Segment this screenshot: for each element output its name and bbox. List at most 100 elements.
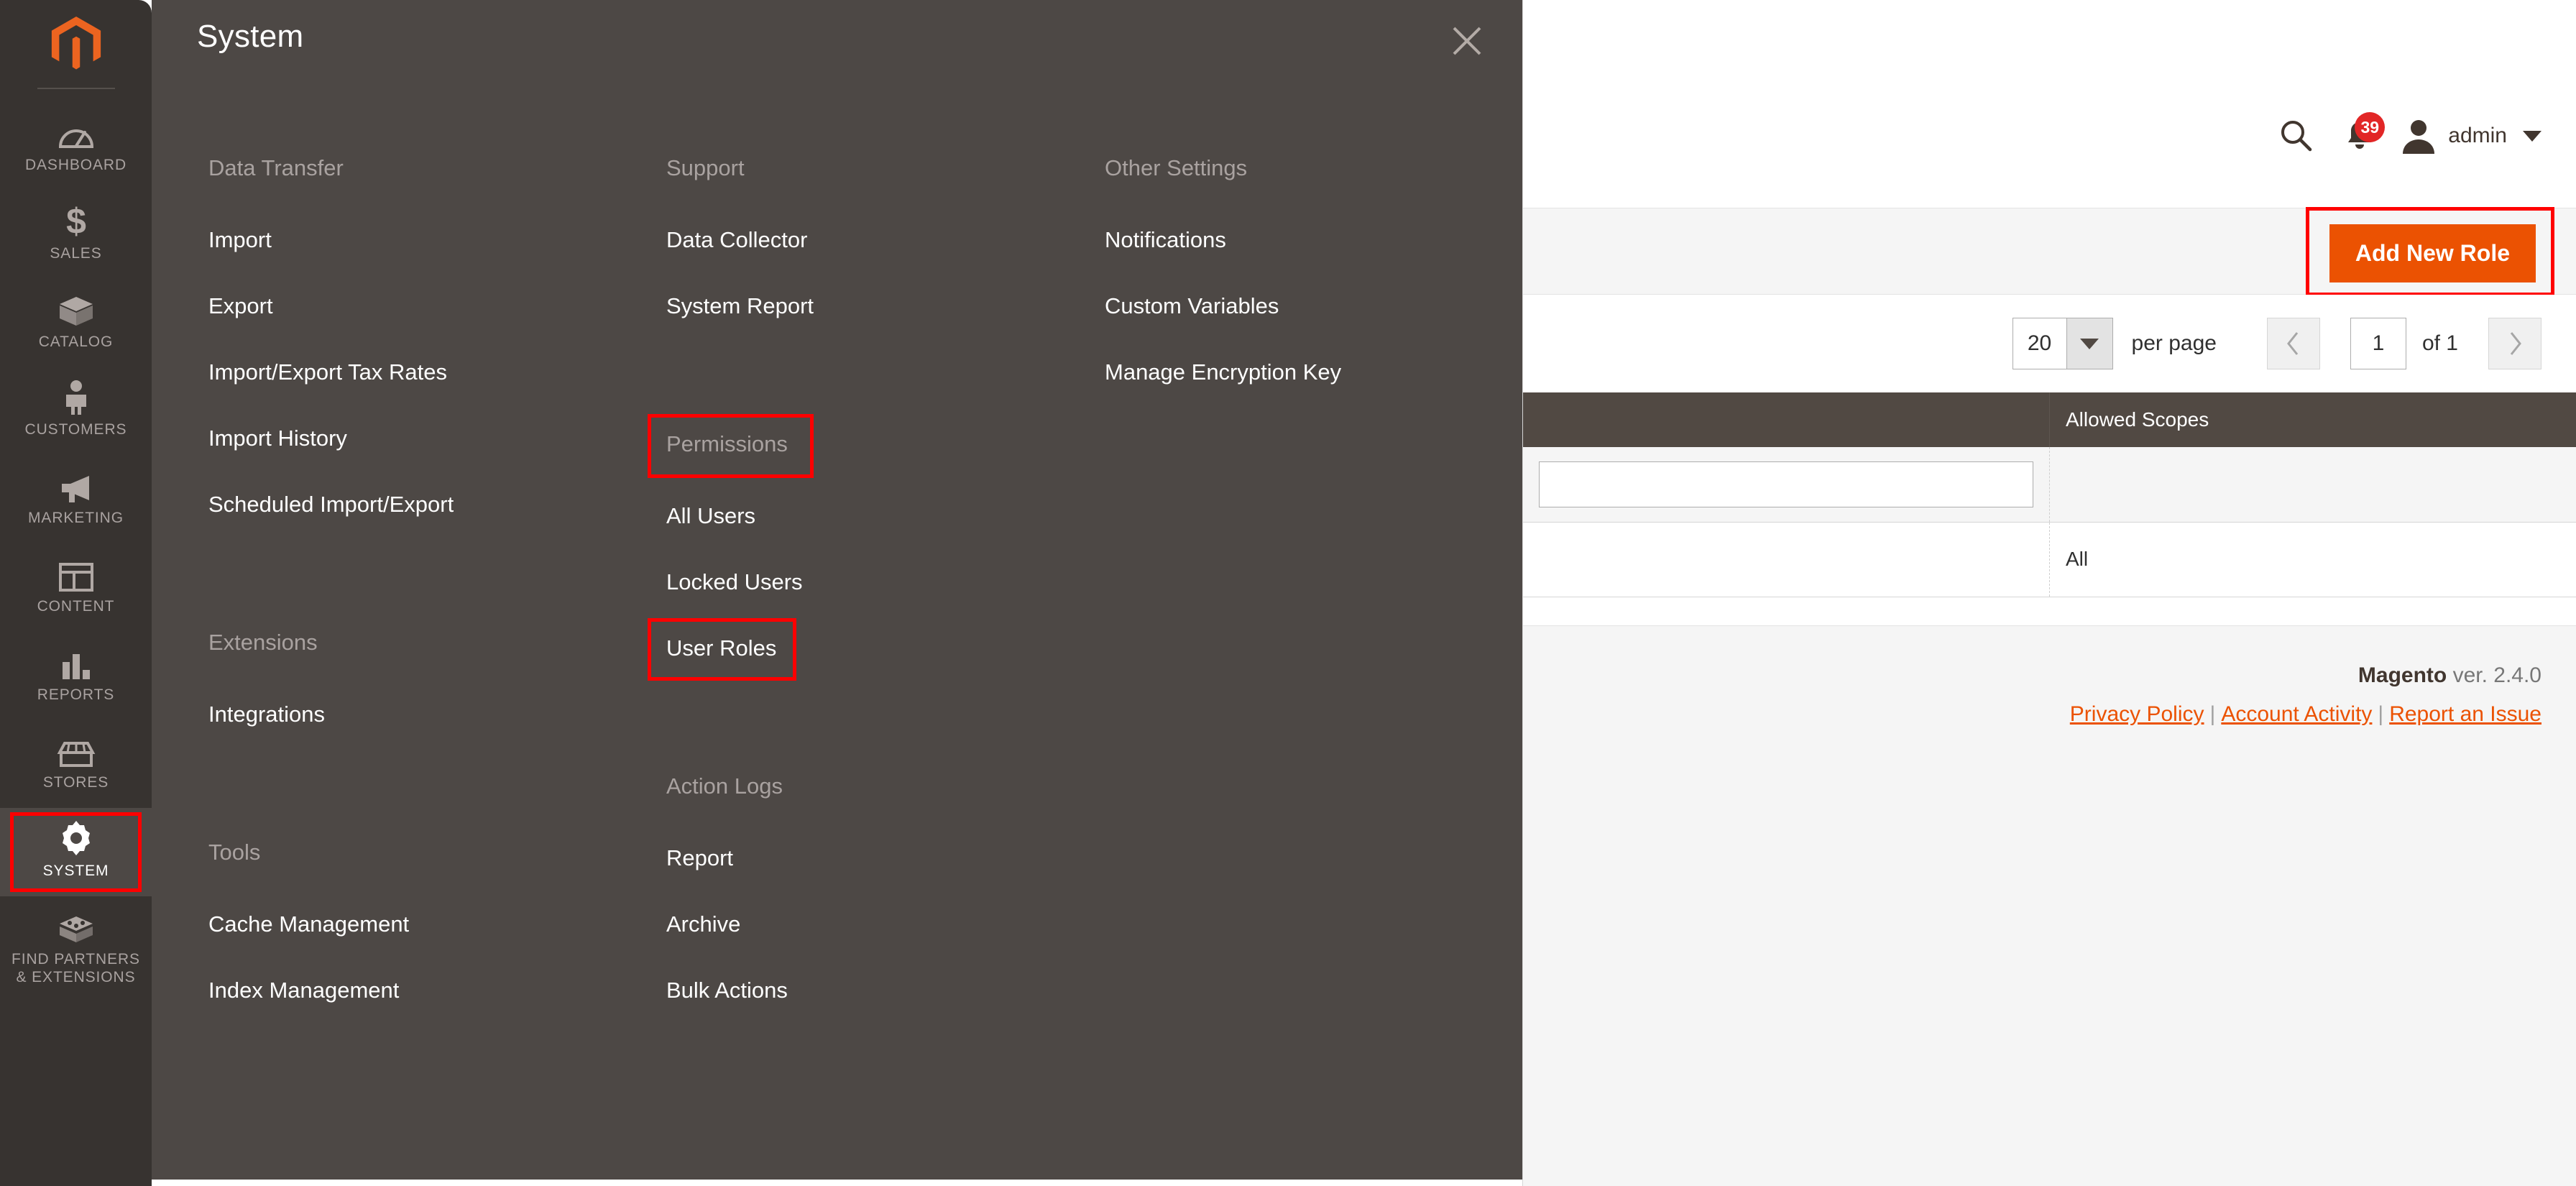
menu-link-locked-users[interactable]: Locked Users [655, 571, 803, 593]
close-icon[interactable] [1446, 20, 1488, 62]
sidebar-item-catalog[interactable]: Catalog [0, 279, 152, 367]
bar-chart-icon [56, 646, 96, 681]
sidebar-divider [37, 88, 115, 89]
sidebar-item-label: Content [37, 597, 115, 615]
menu-group-title-permissions: Permissions [648, 414, 814, 478]
sidebar-item-label: Stores [42, 774, 109, 791]
footer-link-report-an-issue[interactable]: Report an Issue [2389, 702, 2542, 726]
menu-link-import[interactable]: Import [197, 229, 272, 251]
grid-pagination-bar: 20 per page 1 of 1 [1523, 295, 2576, 392]
menu-link-import-history[interactable]: Import History [197, 427, 347, 449]
add-new-role-button[interactable]: Add New Role [2329, 224, 2536, 282]
left-nav-sidebar: Dashboard $ Sales Catalog Customers Marketing… [0, 0, 152, 1186]
chevron-left-icon [2287, 332, 2299, 355]
gear-icon [56, 821, 96, 857]
user-roles-grid: Allowed Scopes All [1523, 392, 2576, 597]
menu-link-cache-management[interactable]: Cache Management [197, 913, 409, 935]
page-actions-bar: Add New Role [1523, 207, 2576, 296]
page-number-input[interactable]: 1 [2350, 318, 2406, 369]
sidebar-item-marketing[interactable]: Marketing [0, 455, 152, 543]
sidebar-item-content[interactable]: Content [0, 543, 152, 632]
menu-group-title-action-logs: Action Logs [666, 773, 783, 799]
menu-link-import-export-tax-rates[interactable]: Import/Export Tax Rates [197, 361, 447, 383]
sidebar-item-label: Find Partners & Extensions [12, 950, 140, 985]
table-row[interactable]: All [1523, 522, 2576, 597]
sidebar-item-dashboard[interactable]: Dashboard [0, 102, 152, 190]
menu-link-scheduled-import-export[interactable]: Scheduled Import/Export [197, 493, 454, 515]
grid-header-row: Allowed Scopes [1523, 392, 2576, 447]
sidebar-item-label: Catalog [38, 333, 114, 350]
magento-admin-screen: Dashboard $ Sales Catalog Customers Marketing… [0, 0, 2576, 1186]
sidebar-item-label: Customers [24, 421, 127, 438]
close-icon-glyph [1453, 27, 1481, 55]
sidebar-item-system[interactable]: System [0, 808, 152, 896]
next-page-button[interactable] [2488, 318, 2542, 369]
version-number: ver. 2.4.0 [2452, 663, 2542, 687]
menu-link-custom-variables[interactable]: Custom Variables [1093, 295, 1279, 317]
grid-filter-cell-allowed-scopes [2049, 447, 2576, 523]
megaphone-icon [56, 469, 96, 504]
sidebar-item-label: Marketing [28, 510, 124, 527]
dashboard-icon [56, 116, 96, 151]
sidebar-item-find-partners-extensions[interactable]: Find Partners & Extensions [0, 896, 152, 994]
menu-link-archive[interactable]: Archive [655, 913, 740, 935]
sidebar-nav-list: Dashboard $ Sales Catalog Customers Marketing… [0, 102, 152, 993]
sidebar-item-customers[interactable]: Customers [0, 367, 152, 455]
chevron-down-icon [2523, 130, 2542, 142]
footer-link-account-activity[interactable]: Account Activity [2221, 702, 2372, 726]
notification-count-badge: 39 [2355, 112, 2386, 142]
search-icon[interactable] [2270, 109, 2323, 162]
role-name-filter-input[interactable] [1539, 461, 2033, 507]
sidebar-item-label: Sales [50, 244, 102, 262]
svg-text:$: $ [66, 202, 86, 239]
menu-group-title-tools: Tools [208, 840, 261, 865]
sidebar-item-label: Reports [37, 686, 115, 703]
system-menu-panel: System Data Transfer Import Export Import/E… [152, 0, 1522, 1180]
grid-filter-cell-name [1523, 447, 2050, 523]
magento-logo[interactable] [0, 0, 152, 88]
dollar-icon: $ [56, 202, 96, 239]
menu-link-system-report[interactable]: System Report [655, 295, 814, 317]
menu-panel-title: System [197, 19, 304, 54]
version-info: Magento ver. 2.4.0 [1523, 663, 2542, 688]
grid-col-header-allowed-scopes[interactable]: Allowed Scopes [2049, 392, 2576, 447]
sidebar-item-reports[interactable]: Reports [0, 632, 152, 720]
page-footer: Magento ver. 2.4.0 Privacy Policy | Accoun… [1523, 625, 2576, 1186]
menu-group-title-extensions: Extensions [208, 630, 318, 655]
per-page-value: 20 [2027, 331, 2052, 355]
menu-link-bulk-actions[interactable]: Bulk Actions [655, 979, 788, 1001]
menu-link-user-roles[interactable]: User Roles [647, 618, 797, 681]
person-icon [56, 380, 96, 415]
box-icon [56, 293, 96, 328]
menu-group-title-other-settings: Other Settings [1105, 155, 1248, 180]
layout-icon [56, 558, 96, 592]
menu-link-manage-encryption-key[interactable]: Manage Encryption Key [1093, 361, 1341, 383]
sidebar-item-sales[interactable]: $ Sales [0, 190, 152, 279]
menu-link-report[interactable]: Report [655, 847, 733, 869]
menu-link-index-management[interactable]: Index Management [197, 979, 399, 1001]
user-avatar-icon [2403, 120, 2435, 154]
menu-group-title-support: Support [666, 155, 745, 180]
user-menu[interactable]: admin [2399, 116, 2542, 155]
header-tool-group: 39 admin [2270, 109, 2542, 162]
footer-link-privacy-policy[interactable]: Privacy Policy [2070, 702, 2204, 726]
menu-link-all-users[interactable]: All Users [655, 505, 755, 527]
extensions-icon [56, 911, 96, 945]
per-page-select[interactable]: 20 [2012, 318, 2113, 369]
menu-link-data-collector[interactable]: Data Collector [655, 229, 807, 251]
menu-link-notifications[interactable]: Notifications [1093, 229, 1226, 251]
menu-group-title-data-transfer: Data Transfer [208, 155, 344, 180]
grid-col-header-name[interactable] [1523, 392, 2050, 447]
user-name-label: admin [2448, 124, 2507, 147]
notifications-bell[interactable]: 39 [2333, 109, 2386, 162]
sidebar-item-label: Dashboard [24, 157, 127, 173]
menu-link-integrations[interactable]: Integrations [197, 703, 325, 725]
chevron-down-icon [2066, 318, 2112, 369]
page-count-label: of 1 [2421, 331, 2458, 355]
menu-link-export[interactable]: Export [197, 295, 273, 317]
grid-cell-allowed-scopes: All [2049, 522, 2576, 597]
footer-links: Privacy Policy | Account Activity | Report a… [1523, 702, 2542, 727]
admin-header: 39 admin [1523, 0, 2576, 208]
sidebar-item-stores[interactable]: Stores [0, 720, 152, 808]
previous-page-button[interactable] [2266, 318, 2320, 369]
